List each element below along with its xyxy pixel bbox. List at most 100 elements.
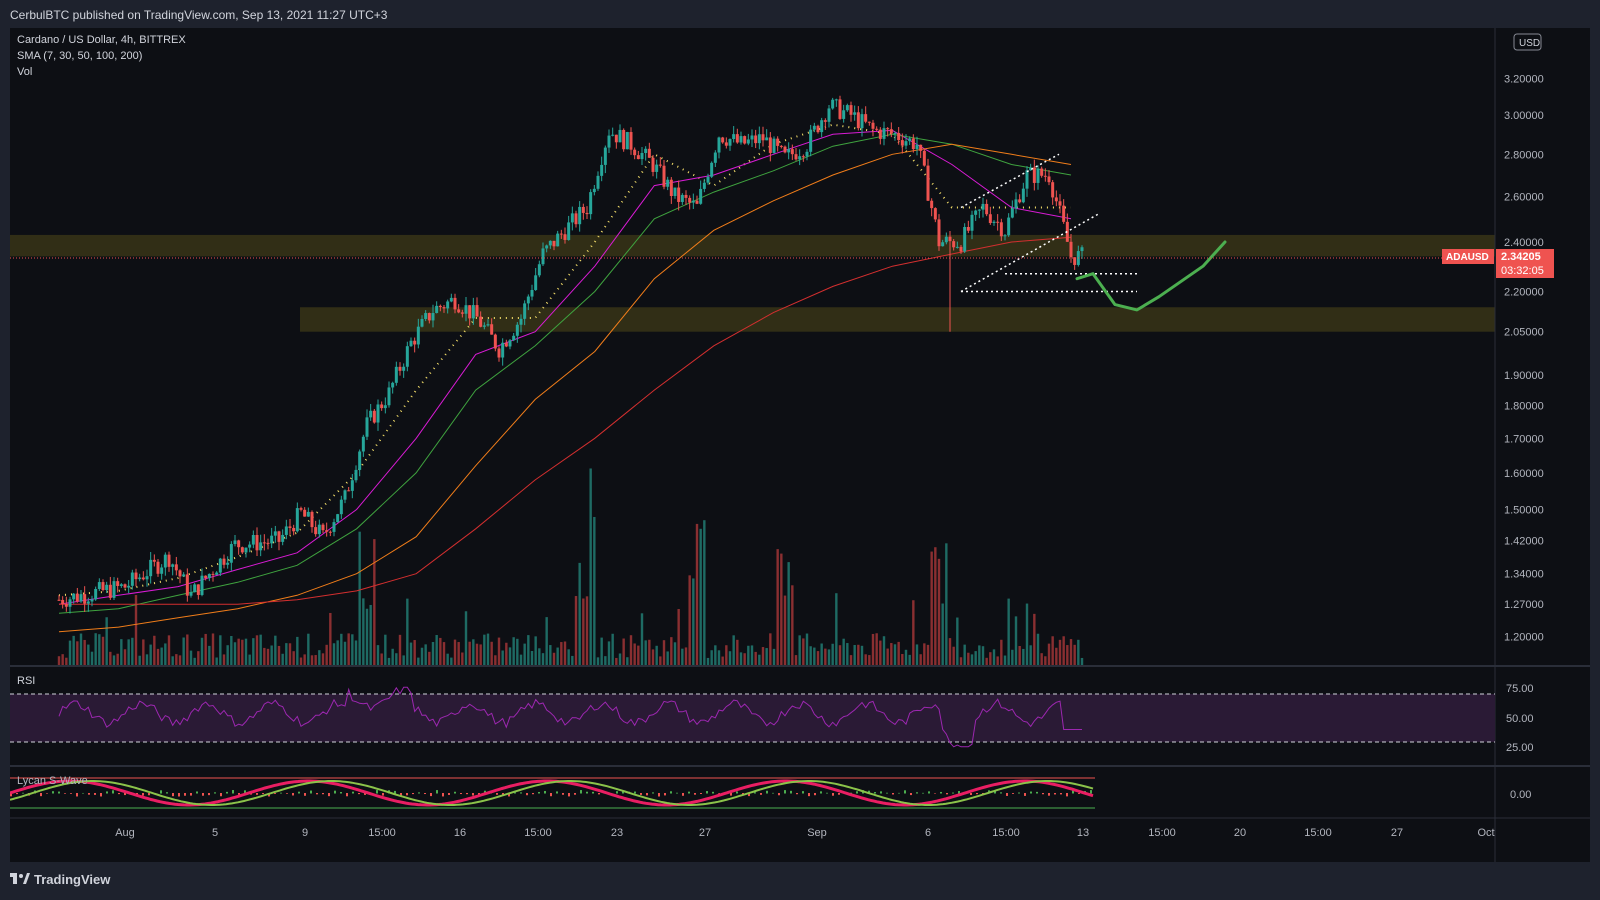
candle-body [152, 559, 156, 562]
volume-bar [263, 647, 266, 666]
swave-hist-bar [196, 791, 198, 794]
resistance-zone[interactable] [10, 234, 1495, 257]
candle-body [259, 542, 263, 551]
volume-bar [604, 656, 607, 666]
candle-body [200, 575, 204, 595]
swave-pane[interactable]: Lycan S-Wave 0.00 [9, 775, 1531, 809]
volume-bar [274, 635, 277, 666]
volume-bar [101, 636, 105, 666]
volume-bar [266, 648, 270, 666]
legend-sma[interactable]: SMA (7, 30, 50, 100, 200) [17, 50, 142, 62]
volume-bar [1058, 639, 1062, 666]
rsi-pane[interactable]: RSI 75.00 50.00 25.00 [10, 675, 1534, 754]
candle-body [827, 108, 831, 122]
candle-body [739, 136, 743, 143]
volume-bar [406, 598, 409, 666]
candle-body [160, 567, 164, 574]
price-label: 2.05000 [1504, 327, 1544, 339]
swave-hist-bar [454, 791, 456, 794]
volume-bar [798, 635, 801, 666]
swave-hist-bar [640, 793, 642, 795]
candle-body [988, 214, 992, 223]
candle-body [900, 140, 904, 146]
candle-body [999, 222, 1003, 237]
candle-body [174, 564, 178, 571]
candle-body [647, 148, 651, 158]
volume-bar [340, 633, 343, 666]
candle-body [996, 221, 1000, 223]
swave-hist-bar [1054, 793, 1056, 795]
volume-bar [809, 646, 812, 666]
volume-bar [897, 641, 900, 666]
candle-body [684, 194, 688, 198]
volume-bar [769, 633, 772, 666]
candle-body [512, 335, 516, 341]
candle-body [372, 410, 376, 423]
swave-hist-bar [412, 793, 414, 795]
swave-hist-bar [160, 790, 162, 794]
volume-bar [204, 633, 207, 666]
candle-body [486, 324, 490, 326]
candle-body [834, 99, 838, 101]
candle-body [178, 570, 182, 577]
volume-bar [61, 654, 64, 666]
swave-hist-bar [538, 791, 540, 794]
volume-bar [79, 633, 83, 666]
chart-frame[interactable]: 3.20000 3.00000 2.80000 2.60000 2.40000 2.200… [9, 28, 1590, 862]
candle-body [955, 246, 959, 248]
swave-hist-bar [406, 793, 408, 796]
time-label: 23 [611, 827, 623, 839]
swave-hist-bar [730, 793, 732, 796]
chart-canvas[interactable]: 3.20000 3.00000 2.80000 2.60000 2.40000 2.200… [9, 28, 1590, 862]
swave-hist-bar [544, 790, 546, 794]
swave-hist-bar [262, 793, 264, 794]
volume-bar [838, 645, 842, 666]
volume-bar [930, 551, 933, 666]
swave-hist-bar [94, 793, 96, 795]
candle-body [1051, 182, 1055, 198]
swave-hist-bar [466, 793, 468, 795]
swave-hist-bar [652, 792, 654, 794]
candle-body [926, 165, 930, 201]
volume-bar [76, 641, 79, 666]
volume-bar [761, 647, 765, 666]
swave-hist-bar [202, 793, 204, 796]
swave-hist-bar [928, 791, 930, 794]
candle-body [772, 138, 776, 153]
candle-body [86, 601, 90, 604]
candle-body [94, 588, 98, 600]
volume-bar [582, 598, 585, 666]
swave-hist-bar [682, 793, 684, 796]
volume-bar [593, 516, 596, 666]
legend-volume[interactable]: Vol [17, 66, 32, 78]
time-axis[interactable]: Aug 5 9 15:00 16 15:00 23 27 Sep 6 15:00 13 15:00 20 1… [115, 827, 1494, 839]
candle-body [867, 121, 871, 123]
volume-bar [464, 611, 468, 666]
swave-hist-bar [436, 790, 438, 794]
volume-bar [640, 613, 644, 666]
candle-body [677, 187, 681, 202]
candle-body [534, 275, 538, 290]
volume-bar [387, 657, 391, 666]
volume-bar [919, 654, 922, 666]
volume-bar [134, 595, 138, 666]
swave-hist-bar [694, 793, 696, 795]
swave-hist-bar [826, 792, 828, 794]
main-pane[interactable] [10, 28, 1495, 666]
candle-body [798, 156, 802, 160]
swave-hist-bar [658, 793, 660, 797]
price-label: 1.60000 [1504, 468, 1544, 480]
volume-bar [743, 653, 746, 666]
candle-body [424, 313, 428, 319]
volume-bar [413, 640, 416, 666]
swave-hist-bar [430, 793, 432, 797]
legend-symbol[interactable]: Cardano / US Dollar, 4h, BITTREX [17, 34, 186, 46]
swave-hist-bar [784, 790, 786, 794]
candle-body [776, 138, 780, 146]
candle-body [805, 151, 809, 157]
volume-bar [596, 657, 600, 666]
candle-body [1007, 217, 1011, 236]
rsi-label-50: 50.00 [1506, 713, 1534, 725]
tradingview-logo[interactable]: TradingView [10, 872, 110, 887]
swave-hist-bar [718, 793, 720, 794]
